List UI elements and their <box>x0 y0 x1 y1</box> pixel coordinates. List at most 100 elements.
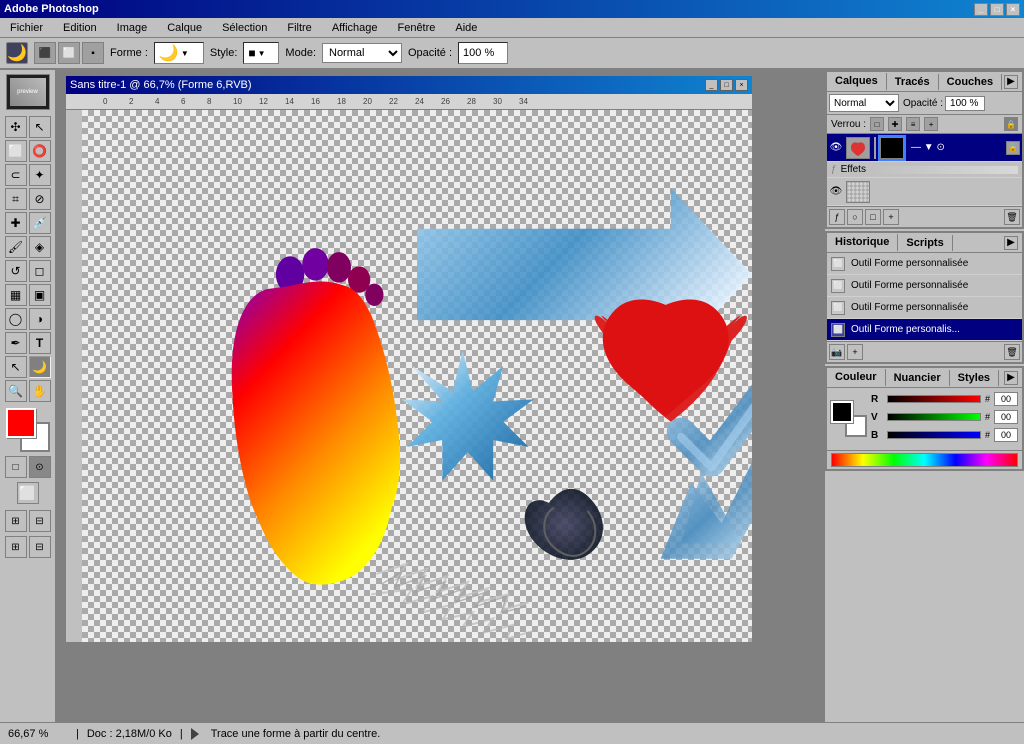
r-slider[interactable] <box>887 395 981 403</box>
move-tool[interactable]: ✣ <box>5 116 27 138</box>
text-tool[interactable]: T <box>29 332 51 354</box>
brush-tool[interactable]: 🖌 <box>5 236 27 258</box>
dodge-tool[interactable]: ◑ <box>29 308 51 330</box>
g-value[interactable]: 00 <box>994 410 1018 424</box>
new-doc-from-state-btn[interactable]: + <box>847 344 863 360</box>
shape-layer-btn[interactable]: ⬛ <box>34 42 56 64</box>
crop-tool[interactable]: ⌗ <box>5 188 27 210</box>
lock-position-icon[interactable]: ≡ <box>906 117 920 131</box>
lock-all-icon[interactable]: + <box>924 117 938 131</box>
status-arrow-icon[interactable] <box>191 728 203 740</box>
tab-historique[interactable]: Historique <box>827 234 898 252</box>
marquee-rect-tool[interactable]: ⬜ <box>5 140 27 162</box>
b-value[interactable]: 00 <box>994 428 1018 442</box>
menu-image[interactable]: Image <box>111 21 154 35</box>
path-select-tool[interactable]: ↖ <box>5 356 27 378</box>
foreground-color-swatch[interactable] <box>6 408 36 438</box>
tab-traces[interactable]: Tracés <box>887 74 939 90</box>
menu-selection[interactable]: Sélection <box>216 21 273 35</box>
doc-minimize-btn[interactable]: _ <box>705 79 718 91</box>
delete-layer-btn[interactable]: 🗑 <box>1004 209 1020 225</box>
add-style-btn[interactable]: ƒ <box>829 209 845 225</box>
marquee-ellipse-tool[interactable]: ⭕ <box>29 140 51 162</box>
new-snapshot-btn[interactable]: 📷 <box>829 344 845 360</box>
lasso-tool[interactable]: ⊂ <box>5 164 27 186</box>
spectrum-bar[interactable] <box>831 453 1018 467</box>
history-row-1[interactable]: ⬜ Outil Forme personnalisée <box>827 253 1022 275</box>
imageready-btn3[interactable]: ⊞ <box>5 536 27 558</box>
opacity-value[interactable]: 100 % <box>945 96 985 111</box>
paint-bucket-tool[interactable]: ▣ <box>29 284 51 306</box>
add-mask-btn[interactable]: ○ <box>847 209 863 225</box>
opacite-input[interactable]: 100 % <box>458 42 508 64</box>
lock-active-icon[interactable]: 🔒 <box>1004 117 1018 131</box>
menu-edition[interactable]: Edition <box>57 21 103 35</box>
imageready-btn1[interactable]: ⊞ <box>5 510 27 532</box>
layer-eye-bg[interactable]: 👁 <box>829 185 843 199</box>
maximize-button[interactable]: □ <box>990 3 1004 16</box>
lock-image-icon[interactable]: ✚ <box>888 117 902 131</box>
pen-tool[interactable]: ✒ <box>5 332 27 354</box>
history-row-3[interactable]: ⬜ Outil Forme personnalisée <box>827 297 1022 319</box>
eraser-tool[interactable]: ◻ <box>29 260 51 282</box>
tab-couches[interactable]: Couches <box>939 74 1002 90</box>
screen-mode-btn[interactable]: ⬜ <box>17 482 39 504</box>
menu-fichier[interactable]: Fichier <box>4 21 49 35</box>
history-brush-tool[interactable]: ↺ <box>5 260 27 282</box>
effects-scrollbar[interactable] <box>870 166 1018 174</box>
tab-nuancier[interactable]: Nuancier <box>886 370 950 386</box>
lock-transparent-icon[interactable]: □ <box>870 117 884 131</box>
layer-eye-icon[interactable]: 👁 <box>829 141 843 155</box>
minimize-button[interactable]: _ <box>974 3 988 16</box>
magic-wand-tool[interactable]: ✦ <box>29 164 51 186</box>
standard-mode-btn[interactable]: □ <box>5 456 27 478</box>
couleur-panel-menu[interactable]: ▶ <box>1004 371 1018 385</box>
lock-layer-icon[interactable]: 🔒 <box>1006 141 1020 155</box>
mode-select[interactable]: Normal <box>322 43 402 63</box>
doc-close-btn[interactable]: × <box>735 79 748 91</box>
r-value[interactable]: 00 <box>994 392 1018 406</box>
tab-calques[interactable]: Calques <box>827 73 887 91</box>
menu-calque[interactable]: Calque <box>161 21 208 35</box>
b-slider[interactable] <box>887 431 981 439</box>
clone-tool[interactable]: ◈ <box>29 236 51 258</box>
style-selector[interactable]: ■▼ <box>243 42 279 64</box>
forme-selector[interactable]: 🌙 ▼ <box>154 42 204 64</box>
layer-row-bg[interactable]: 👁 <box>827 178 1022 206</box>
select-tool[interactable]: ↖ <box>29 116 51 138</box>
zoom-tool[interactable]: 🔍 <box>5 380 27 402</box>
history-row-4[interactable]: ⬜ Outil Forme personalis... <box>827 319 1022 341</box>
tab-scripts[interactable]: Scripts <box>898 235 952 251</box>
menu-aide[interactable]: Aide <box>449 21 483 35</box>
imageready-btn4[interactable]: ⊟ <box>29 536 51 558</box>
doc-maximize-btn[interactable]: □ <box>720 79 733 91</box>
tab-couleur[interactable]: Couleur <box>827 369 886 387</box>
heal-tool[interactable]: ✚ <box>5 212 27 234</box>
hand-tool[interactable]: ✋ <box>29 380 51 402</box>
shape-path-btn[interactable]: ⬜ <box>58 42 80 64</box>
custom-shape-tool[interactable]: 🌙 <box>29 356 51 378</box>
imageready-btn2[interactable]: ⊟ <box>29 510 51 532</box>
title-bar-controls[interactable]: _ □ × <box>974 3 1020 16</box>
menu-fenetre[interactable]: Fenêtre <box>391 21 441 35</box>
new-group-btn[interactable]: □ <box>865 209 881 225</box>
layer-row-forme6[interactable]: 👁 — ▼ ⊙ 🔒 <box>827 134 1022 162</box>
g-slider[interactable] <box>887 413 981 421</box>
gradient-tool[interactable]: ▦ <box>5 284 27 306</box>
shape-pixel-btn[interactable]: ▪ <box>82 42 104 64</box>
blend-mode-select[interactable]: Normal <box>829 94 899 112</box>
fg-swatch-panel[interactable] <box>831 401 853 423</box>
eyedropper-tool[interactable]: 💉 <box>29 212 51 234</box>
menu-filtre[interactable]: Filtre <box>281 21 317 35</box>
history-row-2[interactable]: ⬜ Outil Forme personnalisée <box>827 275 1022 297</box>
doc-title-controls[interactable]: _ □ × <box>705 79 748 91</box>
delete-state-btn[interactable]: 🗑 <box>1004 344 1020 360</box>
tab-styles[interactable]: Styles <box>950 370 999 386</box>
historique-panel-menu[interactable]: ▶ <box>1004 236 1018 250</box>
menu-affichage[interactable]: Affichage <box>326 21 384 35</box>
quick-mask-btn[interactable]: ⊙ <box>29 456 51 478</box>
blur-tool[interactable]: ◯ <box>5 308 27 330</box>
new-layer-btn[interactable]: + <box>883 209 899 225</box>
calques-panel-menu[interactable]: ▶ <box>1004 75 1018 89</box>
slice-tool[interactable]: ⊘ <box>29 188 51 210</box>
